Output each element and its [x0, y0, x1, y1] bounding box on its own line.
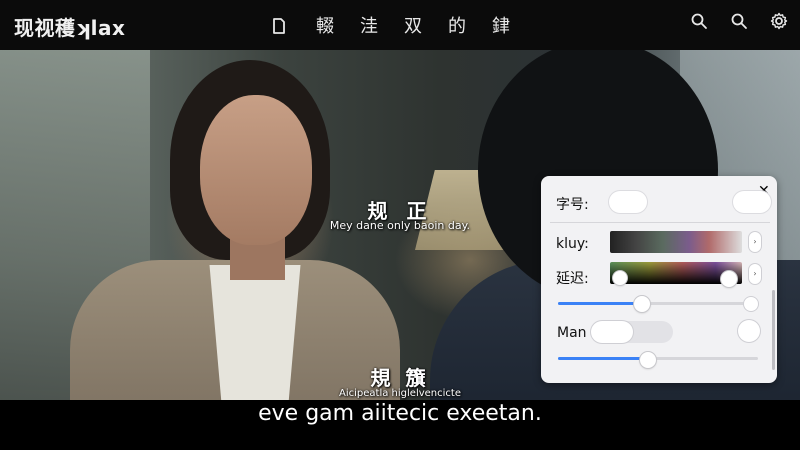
delay-handle-end[interactable]	[721, 271, 737, 287]
top-icons	[690, 12, 788, 30]
color-expand-button[interactable]: ›	[749, 232, 761, 252]
slider-1[interactable]	[558, 302, 758, 305]
panel-scrollbar[interactable]	[772, 290, 775, 370]
mode-toggle-knob[interactable]: I	[591, 321, 633, 343]
slider-1-end[interactable]	[744, 297, 758, 311]
slider-1-fill	[558, 302, 642, 305]
color-spectrum[interactable]	[610, 231, 742, 253]
close-button[interactable]: ✕	[733, 191, 771, 213]
gear-icon[interactable]	[770, 12, 788, 30]
delay-label: 延迟:	[556, 271, 589, 287]
chevron-right-icon[interactable]: ›	[738, 320, 760, 342]
top-bar: 现视穫ʞlax 輟 洼 双 的 銉	[0, 0, 800, 50]
search-icon[interactable]	[690, 12, 708, 30]
slider-1-thumb[interactable]	[634, 296, 650, 312]
nav-item-2[interactable]: 洼	[360, 12, 378, 38]
nav-item-4[interactable]: 的	[448, 12, 466, 38]
font-size-label: 字号:	[556, 197, 589, 213]
search-icon[interactable]	[730, 12, 748, 30]
top-nav: 輟 洼 双 的 銉	[270, 12, 536, 38]
font-size-value[interactable]: N2	[609, 191, 647, 213]
nav-item-5[interactable]: 銉	[492, 12, 510, 38]
mode-label: Man	[557, 325, 587, 341]
document-icon[interactable]	[270, 17, 288, 35]
subtitle-english: Mey dane only baoin day.	[329, 219, 471, 232]
nav-item-1[interactable]: 輟	[316, 12, 334, 38]
slider-2[interactable]	[558, 357, 758, 360]
nav-item-3[interactable]: 双	[404, 12, 422, 38]
color-label: kluy:	[556, 236, 589, 252]
delay-handle-start[interactable]	[613, 271, 627, 285]
app-title: 现视穫ʞlax	[14, 16, 126, 40]
delay-expand-button[interactable]: ›	[749, 264, 761, 284]
slider-2-thumb[interactable]	[640, 352, 656, 368]
subtitle-chinese: 規 籏	[370, 366, 430, 390]
divider	[550, 222, 770, 223]
caption-text: eve gam aiitecic exeetan.	[258, 401, 542, 426]
subtitle-english: Aicipeatla higlelvencicte	[339, 388, 461, 399]
slider-2-fill	[558, 357, 648, 360]
